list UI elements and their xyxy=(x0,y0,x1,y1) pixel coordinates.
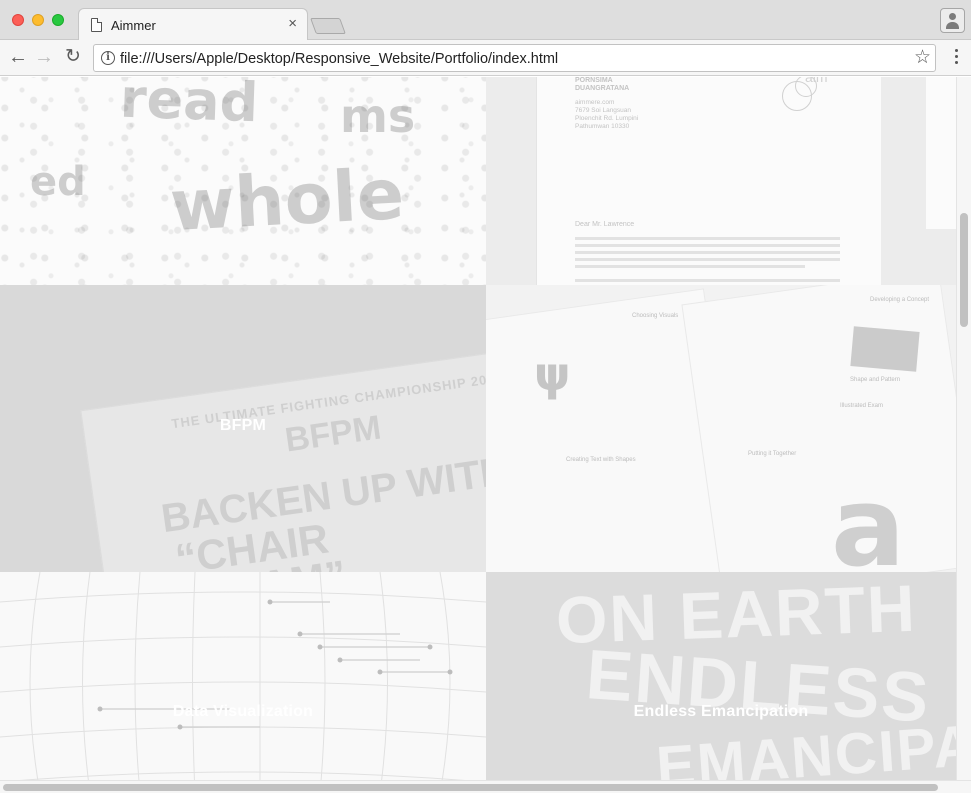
zoom-window-button[interactable] xyxy=(52,14,64,26)
letter-body-line xyxy=(575,251,840,254)
portfolio-tile-print-layout[interactable]: ψ a Choosing Visuals Developing a Concep… xyxy=(486,285,956,572)
print-label: Developing a Concept xyxy=(870,297,930,303)
document-icon xyxy=(91,18,102,32)
forward-arrow-icon[interactable]: → xyxy=(31,44,57,70)
water-word: whole xyxy=(168,152,407,248)
letter-greeting: Dear Mr. Lawrence xyxy=(575,221,635,228)
letter-sheet: PORNSIMA DUANGRATANA aimmere.com 7679 So… xyxy=(536,77,881,285)
tile-caption: Endless Emancipation xyxy=(633,703,809,720)
portfolio-tile-letterhead[interactable]: PORNSIMA DUANGRATANA aimmere.com 7679 So… xyxy=(486,77,956,285)
print-label: Putting it Together xyxy=(748,451,797,457)
letterhead-logo-text: aim xyxy=(805,77,828,85)
letter-site: aimmere.com xyxy=(575,99,615,106)
horizontal-scroll-thumb[interactable] xyxy=(3,784,938,791)
vertical-scrollbar[interactable] xyxy=(956,77,971,780)
browser-window: Aimmer × ← → ↻ i file:///Users/Apple/Des… xyxy=(0,0,971,793)
address-bar[interactable]: i file:///Users/Apple/Desktop/Responsive… xyxy=(93,44,936,72)
business-card xyxy=(926,77,956,229)
water-word: ed xyxy=(30,159,86,205)
close-window-button[interactable] xyxy=(12,14,24,26)
tile-caption: BFPM xyxy=(219,417,267,434)
letter-name: PORNSIMA xyxy=(575,77,613,84)
print-swatch xyxy=(850,326,920,372)
info-icon[interactable]: i xyxy=(101,51,115,65)
portfolio-tile-data-visualization[interactable]: Data Visualization xyxy=(0,572,486,793)
back-arrow-icon[interactable]: ← xyxy=(5,44,31,70)
tab-title: Aimmer xyxy=(111,18,156,33)
portfolio-grid: read ms whole ed PORNSIMA DUANGRATANA ai… xyxy=(0,77,956,793)
print-label: Illustrated Exam xyxy=(840,403,884,409)
tab-strip: Aimmer × xyxy=(0,0,971,41)
print-glyph: a xyxy=(831,463,906,572)
close-tab-icon[interactable]: × xyxy=(288,15,297,33)
url-text[interactable]: file:///Users/Apple/Desktop/Responsive_W… xyxy=(120,51,558,67)
browser-tab-active[interactable]: Aimmer × xyxy=(78,8,308,41)
browser-toolbar: ← → ↻ i file:///Users/Apple/Desktop/Resp… xyxy=(0,40,971,76)
water-word: read xyxy=(118,77,260,135)
portfolio-tile-water-text[interactable]: read ms whole ed xyxy=(0,77,486,285)
water-word: ms xyxy=(340,89,416,143)
portfolio-tile-bfpm[interactable]: THE ULTIMATE FIGHTING CHAMPIONSHIP 2013 … xyxy=(0,285,486,572)
kebab-menu-icon[interactable] xyxy=(955,49,959,67)
print-glyph: ψ xyxy=(534,347,571,401)
letter-address: 7679 Soi Langsuan xyxy=(575,107,632,114)
letter-surname: DUANGRATANA xyxy=(575,85,630,92)
letter-body-line xyxy=(575,279,840,282)
letter-body-line xyxy=(575,265,805,268)
minimize-window-button[interactable] xyxy=(32,14,44,26)
new-tab-button[interactable] xyxy=(310,18,346,34)
star-icon[interactable]: ☆ xyxy=(914,46,931,69)
letter-body-line xyxy=(575,244,840,247)
graph-illustration xyxy=(0,572,486,793)
print-label: Choosing Visuals xyxy=(632,313,679,319)
letter-address: Ploenchit Rd. Lumpini xyxy=(575,115,639,122)
letter-body-line xyxy=(575,258,840,261)
print-label: Creating Text with Shapes xyxy=(566,457,636,463)
reload-icon[interactable]: ↻ xyxy=(60,44,86,70)
print-page xyxy=(681,285,956,572)
letter-address: Pathumwan 10330 xyxy=(575,123,630,130)
tile-caption: Data Visualization xyxy=(172,703,314,720)
horizontal-scrollbar[interactable] xyxy=(0,780,971,793)
portfolio-tile-endless-emancipation[interactable]: ON EARTH ENDLESS EMANCIPATION Endless Em… xyxy=(486,572,956,793)
print-label: Shape and Pattern xyxy=(850,377,901,383)
letter-body-line xyxy=(575,237,840,240)
vertical-scroll-thumb[interactable] xyxy=(960,213,968,327)
profile-icon[interactable] xyxy=(940,8,965,33)
page-viewport: read ms whole ed PORNSIMA DUANGRATANA ai… xyxy=(0,77,971,793)
